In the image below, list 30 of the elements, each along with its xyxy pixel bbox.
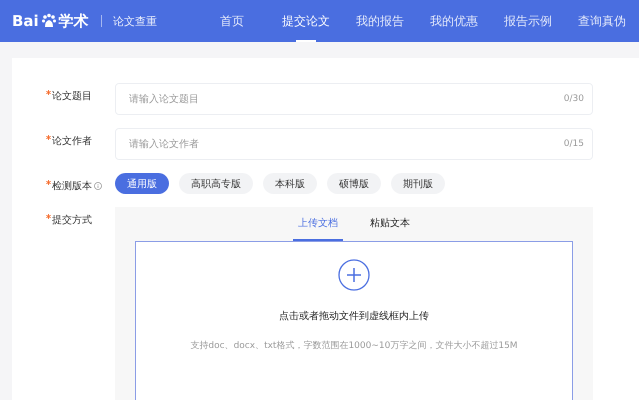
character-counter: 0/15 [564,139,584,149]
upload-hint: 支持doc、docx、txt格式，字数范围在1000~10万字之间，文件大小不超过15M [190,340,518,352]
text-field[interactable]: 请输入论文题目 0/30 [115,83,593,115]
version-option[interactable]: 硕博版 [327,173,381,194]
field-label: 论文题目 [46,83,115,103]
nav-link[interactable]: 报告示例 [491,0,565,42]
character-counter: 0/30 [564,94,584,104]
info-icon [94,182,102,190]
version-option[interactable]: 本科版 [263,173,317,194]
upload-instruction: 点击或者拖动文件到虚线框内上传 [279,310,429,323]
add-icon [338,259,370,291]
product-name: 论文查重 [113,14,157,28]
field-label: 提交方式 [46,207,115,227]
text-input[interactable]: 请输入论文题目 [129,84,564,114]
version-option[interactable]: 期刊版 [391,173,445,194]
version-option[interactable]: 高职高专版 [179,173,253,194]
logo[interactable]: Bai 学术 [12,12,89,30]
text-field[interactable]: 请输入论文作者 0/15 [115,128,593,160]
tab[interactable]: 粘贴文本 [365,207,415,241]
upload-drop-zone[interactable]: 点击或者拖动文件到虚线框内上传 支持doc、docx、txt格式，字数范围在1000~10万字之间，文件大小不超过15M [135,241,573,400]
nav-link[interactable]: 我的报告 [343,0,417,42]
nav-link[interactable]: 我的优惠 [417,0,491,42]
nav-link[interactable]: 提交论文 [269,0,343,42]
nav-link[interactable]: 查询真伪 [565,0,639,42]
field-label: 论文作者 [46,128,115,148]
paw-icon [40,13,57,29]
version-option[interactable]: 通用版 [115,173,169,194]
field-label: 检测版本 [46,173,115,193]
nav-link[interactable]: 首页 [195,0,269,42]
text-input[interactable]: 请输入论文作者 [129,129,564,159]
